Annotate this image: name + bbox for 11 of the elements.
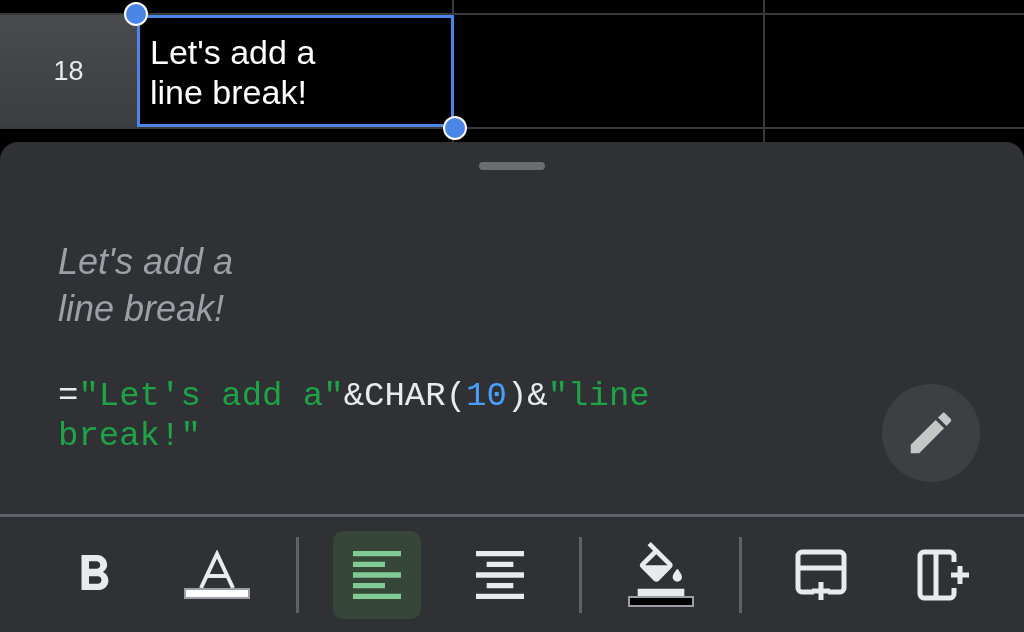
formula-text: ="Let's add a"&CHAR(10)&"line break!" bbox=[58, 376, 651, 456]
selection-handle[interactable] bbox=[124, 2, 148, 26]
table-cell[interactable]: Let's add a line break! bbox=[137, 15, 454, 127]
row-header[interactable]: 18 bbox=[0, 15, 137, 127]
insert-row-icon bbox=[794, 547, 849, 602]
cell-preview: Let's add a line break! bbox=[58, 240, 234, 331]
insert-column-icon bbox=[915, 547, 972, 602]
drag-handle[interactable] bbox=[479, 162, 545, 170]
selection-handle[interactable] bbox=[443, 116, 467, 140]
align-left-button[interactable] bbox=[333, 530, 422, 619]
letter-icon bbox=[196, 550, 237, 590]
